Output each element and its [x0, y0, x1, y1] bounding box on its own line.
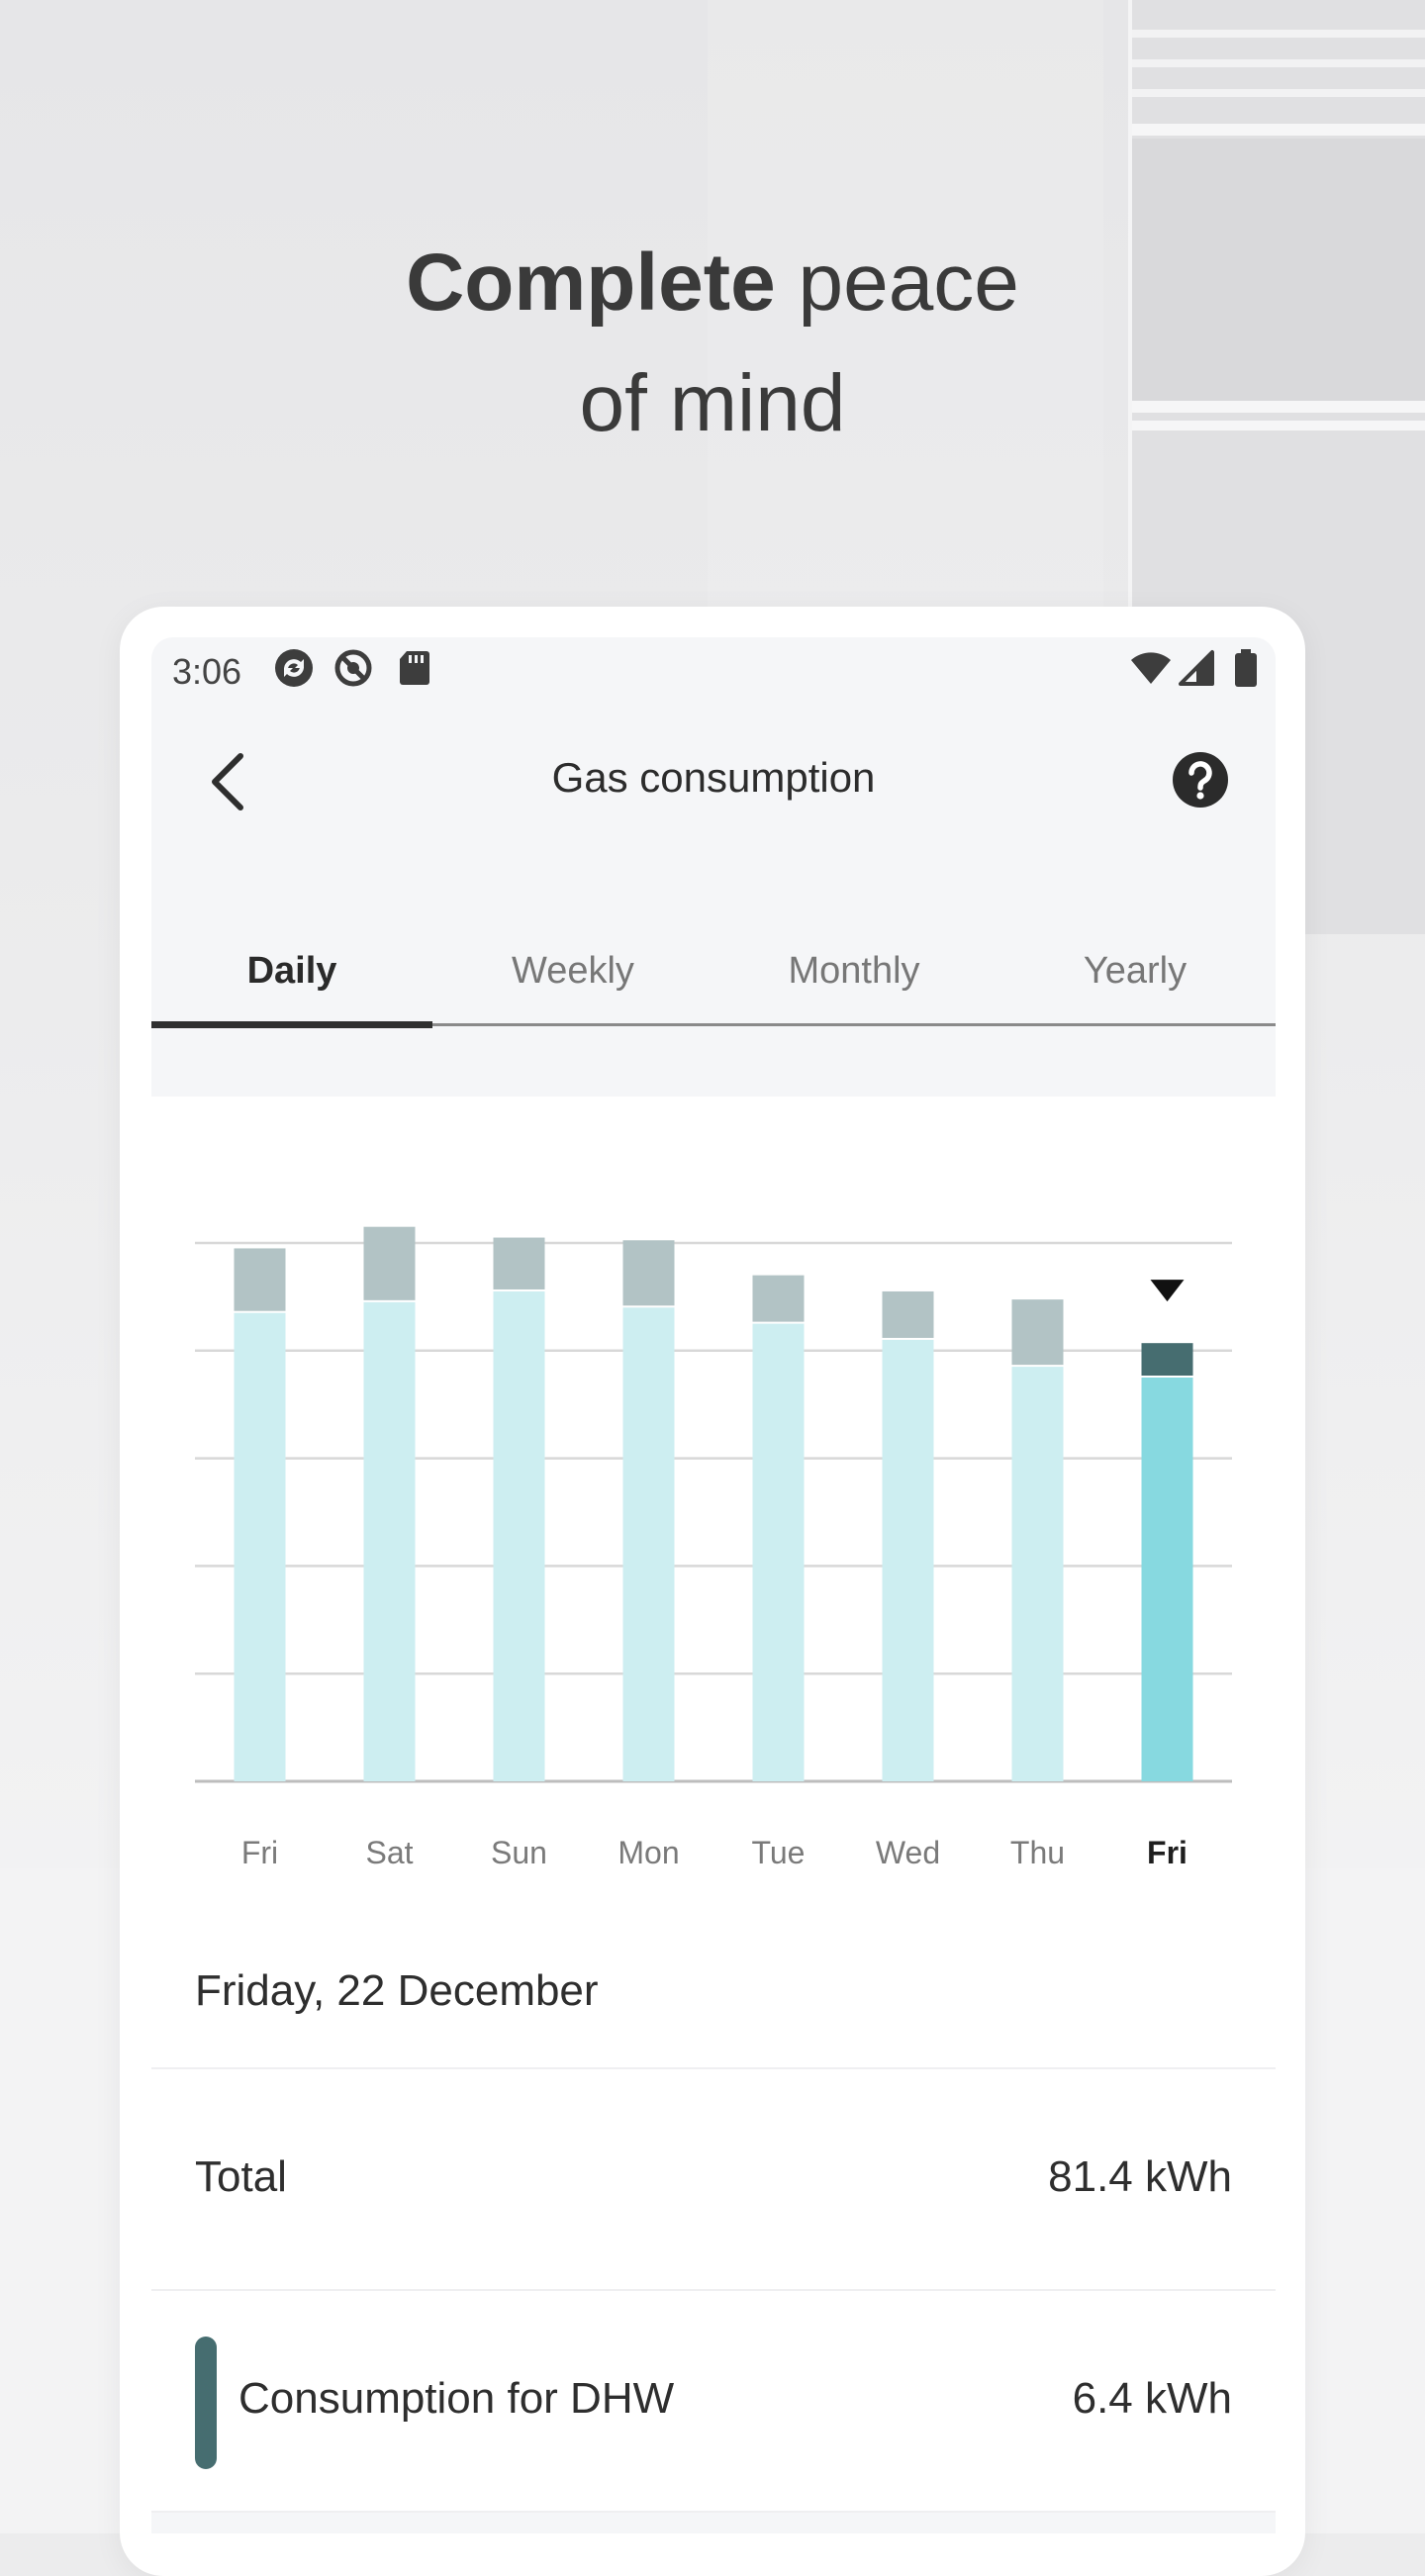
- blocked-icon: [334, 649, 372, 687]
- battery-icon: [1235, 649, 1257, 687]
- page-title: Gas consumption: [551, 754, 876, 801]
- signal-icon: [1179, 650, 1214, 686]
- headline: Complete peace of mind: [0, 223, 1425, 464]
- total-value: 81.4 kWh: [1048, 2152, 1232, 2201]
- sd-card-icon: [400, 651, 429, 685]
- dhw-value: 6.4 kWh: [1072, 2374, 1232, 2423]
- dhw-color-swatch: [195, 2337, 217, 2469]
- dhw-row: Consumption for DHW 6.4 kWh: [151, 2291, 1276, 2513]
- x-tick-label: Fri: [1147, 1835, 1188, 1870]
- wifi-icon: [1131, 652, 1171, 684]
- headline-rest: peace: [775, 237, 1019, 328]
- headline-line2: of mind: [579, 357, 846, 448]
- tab-yearly[interactable]: Yearly: [995, 930, 1276, 1029]
- bar-dhw-wed[interactable]: [882, 1290, 934, 1338]
- bar-dhw-sat[interactable]: [363, 1226, 416, 1300]
- x-tick-label: Wed: [876, 1835, 940, 1870]
- bar-base-sun[interactable]: [493, 1290, 545, 1781]
- bar-base-fri[interactable]: [1141, 1378, 1193, 1781]
- total-label: Total: [195, 2152, 287, 2201]
- selected-date-row: Friday, 22 December: [151, 1913, 1276, 2069]
- help-circle-icon[interactable]: [1171, 750, 1230, 810]
- consumption-chart: Fri Sat Sun Mon Tue Wed Thu Fri: [195, 1226, 1232, 1870]
- bar-base-wed[interactable]: [882, 1339, 934, 1781]
- app-bar: Gas consumption: [151, 703, 1276, 841]
- bar-base-fri[interactable]: [234, 1312, 286, 1781]
- bar-base-tue[interactable]: [752, 1323, 805, 1781]
- bar-dhw-thu[interactable]: [1011, 1299, 1064, 1366]
- tab-monthly[interactable]: Monthly: [713, 930, 995, 1029]
- selected-marker-icon: [1150, 1280, 1185, 1302]
- app-screen: 3:06 Gas consumption Daily Weekly Monthl…: [151, 637, 1276, 2533]
- tab-daily[interactable]: Daily: [151, 930, 432, 1029]
- tab-indicator: [151, 1021, 432, 1028]
- x-tick-label: Thu: [1010, 1835, 1065, 1870]
- period-tabs: Daily Weekly Monthly Yearly: [151, 930, 1276, 1031]
- x-tick-label: Sat: [365, 1835, 413, 1870]
- consumption-chart-card: Fri Sat Sun Mon Tue Wed Thu Fri: [151, 1097, 1276, 1913]
- headline-bold: Complete: [406, 237, 776, 328]
- dhw-label: Consumption for DHW: [238, 2374, 675, 2423]
- bar-base-mon[interactable]: [622, 1307, 675, 1781]
- tab-weekly[interactable]: Weekly: [432, 930, 713, 1029]
- status-bar: 3:06: [151, 637, 1276, 703]
- sync-icon: [275, 649, 313, 687]
- bar-dhw-fri[interactable]: [1141, 1343, 1193, 1376]
- bar-dhw-fri[interactable]: [234, 1248, 286, 1311]
- x-tick-label: Sun: [491, 1835, 547, 1870]
- selected-date: Friday, 22 December: [195, 1966, 599, 2015]
- total-row: Total 81.4 kWh: [151, 2069, 1276, 2291]
- x-tick-label: Mon: [618, 1835, 679, 1870]
- x-tick-label: Fri: [241, 1835, 278, 1870]
- x-tick-label: Tue: [752, 1835, 806, 1870]
- bar-dhw-sun[interactable]: [493, 1237, 545, 1289]
- bar-base-sat[interactable]: [363, 1301, 416, 1781]
- bar-dhw-tue[interactable]: [752, 1275, 805, 1322]
- bar-dhw-mon[interactable]: [622, 1240, 675, 1306]
- status-time: 3:06: [172, 651, 242, 692]
- bar-base-thu[interactable]: [1011, 1367, 1064, 1781]
